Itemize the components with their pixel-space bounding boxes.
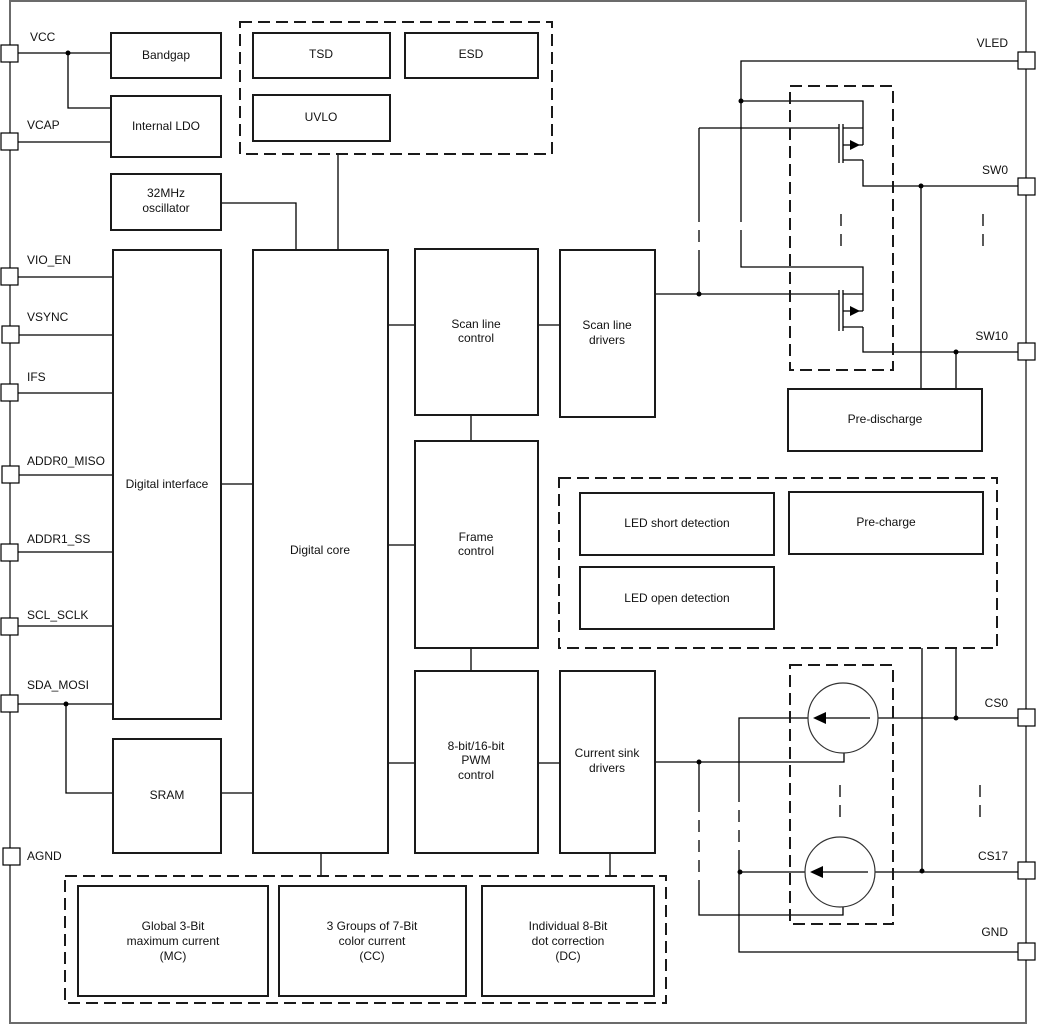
pin-vio-en [0, 267, 19, 286]
block-pre-charge: Pre-charge [788, 491, 984, 555]
block-led-open-detection: LED open detection [579, 566, 775, 630]
svg-text:PWM: PWM [461, 753, 490, 767]
block-internal-ldo: Internal LDO [110, 95, 222, 158]
pin-label-vsync: VSYNC [27, 310, 69, 324]
block-frame-control: Frame control [414, 440, 539, 649]
pin-vcap [0, 132, 19, 151]
block-digital-core: Digital core [252, 249, 389, 854]
pin-label-cs17: CS17 [978, 849, 1008, 863]
svg-text:Scan line: Scan line [582, 318, 632, 332]
block-bandgap: Bandgap [110, 32, 222, 79]
svg-text:SRAM: SRAM [150, 788, 185, 802]
svg-text:32MHz: 32MHz [147, 186, 185, 200]
svg-text:(MC): (MC) [160, 949, 187, 963]
svg-text:Frame: Frame [459, 530, 494, 544]
pin-sw0 [1017, 177, 1036, 196]
pin-gnd [1017, 942, 1036, 961]
pin-ifs [0, 383, 19, 402]
svg-text:drivers: drivers [589, 761, 625, 775]
pin-sw10 [1017, 342, 1036, 361]
svg-text:Bandgap: Bandgap [142, 48, 190, 62]
svg-text:color current: color current [339, 934, 406, 948]
svg-text:Individual 8-Bit: Individual 8-Bit [529, 919, 608, 933]
svg-text:control: control [458, 544, 494, 558]
pin-label-vio-en: VIO_EN [27, 253, 71, 267]
svg-text:LED open detection: LED open detection [624, 591, 729, 605]
pin-label-agnd: AGND [27, 849, 62, 863]
svg-text:Current sink: Current sink [575, 746, 641, 760]
pin-label-cs0: CS0 [985, 696, 1009, 710]
block-oscillator: 32MHz oscillator [110, 173, 222, 231]
svg-text:ESD: ESD [459, 47, 484, 61]
pin-label-scl-sclk: SCL_SCLK [27, 608, 88, 622]
svg-text:Internal LDO: Internal LDO [132, 119, 200, 133]
pin-vled [1017, 51, 1036, 70]
pin-vcc [0, 44, 19, 63]
svg-text:control: control [458, 768, 494, 782]
block-sram: SRAM [112, 738, 222, 854]
block-scan-line-drivers: Scan line drivers [559, 249, 656, 418]
svg-text:UVLO: UVLO [305, 110, 338, 124]
block-pre-discharge: Pre-discharge [787, 388, 983, 452]
block-digital-interface: Digital interface [112, 249, 222, 720]
block-uvlo: UVLO [252, 94, 391, 142]
pin-label-addr0-miso: ADDR0_MISO [27, 454, 105, 468]
block-pwm-control: 8-bit/16-bit PWM control [414, 670, 539, 854]
svg-text:dot correction: dot correction [532, 934, 605, 948]
block-scan-line-control: Scan line control [414, 248, 539, 416]
pin-cs0 [1017, 708, 1036, 727]
svg-text:Digital interface: Digital interface [126, 477, 209, 491]
block-color-cc: 3 Groups of 7-Bit color current (CC) [278, 885, 467, 997]
svg-text:(DC): (DC) [555, 949, 580, 963]
svg-text:Pre-charge: Pre-charge [856, 515, 916, 529]
pin-label-sw0: SW0 [982, 163, 1008, 177]
svg-text:oscillator: oscillator [142, 201, 189, 215]
svg-text:Digital core: Digital core [290, 543, 350, 557]
pin-label-sda-mosi: SDA_MOSI [27, 678, 89, 692]
svg-text:Scan line: Scan line [451, 317, 501, 331]
svg-text:LED short detection: LED short detection [624, 516, 729, 530]
svg-text:control: control [458, 331, 494, 345]
pin-scl-sclk [0, 617, 19, 636]
wires-scan [655, 60, 1018, 389]
current-sink-cs0 [807, 682, 879, 754]
block-dot-dc: Individual 8-Bit dot correction (DC) [481, 885, 655, 997]
svg-text:maximum current: maximum current [127, 934, 220, 948]
pin-label-vled: VLED [977, 36, 1009, 50]
pin-addr0-miso [1, 465, 20, 484]
pin-sda-mosi [0, 694, 19, 713]
block-current-sink-drivers: Current sink drivers [559, 670, 656, 854]
pin-label-addr1-ss: ADDR1_SS [27, 532, 90, 546]
pin-label-gnd: GND [981, 925, 1008, 939]
block-tsd: TSD [252, 32, 391, 79]
block-diagram: VCC VCAP VIO_EN VSYNC IFS ADDR0_MISO ADD… [0, 0, 1036, 1024]
svg-text:3 Groups of 7-Bit: 3 Groups of 7-Bit [327, 919, 418, 933]
pin-label-vcc: VCC [30, 30, 56, 44]
svg-text:drivers: drivers [589, 333, 625, 347]
pin-addr1-ss [0, 543, 19, 562]
svg-text:(CC): (CC) [359, 949, 384, 963]
pin-agnd [2, 847, 21, 866]
svg-text:8-bit/16-bit: 8-bit/16-bit [448, 739, 505, 753]
svg-text:TSD: TSD [309, 47, 333, 61]
block-global-mc: Global 3-Bit maximum current (MC) [77, 885, 269, 997]
pmos-switch-sw0 [838, 124, 863, 163]
pin-vsync [1, 325, 20, 344]
pin-label-sw10: SW10 [975, 329, 1008, 343]
left-pins: VCC VCAP VIO_EN VSYNC IFS ADDR0_MISO ADD… [0, 30, 105, 866]
pin-label-vcap: VCAP [27, 118, 60, 132]
pin-cs17 [1017, 861, 1036, 880]
block-led-short-detection: LED short detection [579, 492, 775, 556]
block-esd: ESD [404, 32, 539, 79]
svg-text:Pre-discharge: Pre-discharge [848, 412, 923, 426]
pmos-switch-sw10 [838, 290, 863, 331]
svg-text:Global 3-Bit: Global 3-Bit [142, 919, 205, 933]
pin-label-ifs: IFS [27, 370, 46, 384]
current-sink-cs17 [804, 836, 876, 908]
